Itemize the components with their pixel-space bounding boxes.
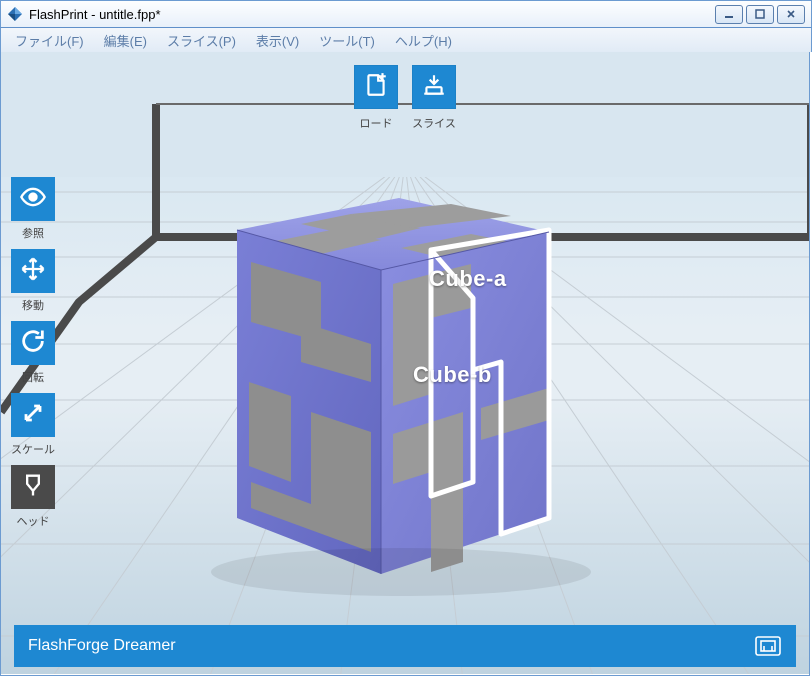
menu-edit[interactable]: 編集(E) xyxy=(94,29,157,52)
rotate-icon xyxy=(19,327,47,360)
slice-button[interactable]: スライス xyxy=(412,65,456,131)
scale-label: スケール xyxy=(11,441,55,457)
menubar: ファイル(F) 編集(E) スライス(P) 表示(V) ツール(T) ヘルプ(H… xyxy=(0,28,812,52)
app-logo-icon xyxy=(7,6,23,22)
menu-help[interactable]: ヘルプ(H) xyxy=(385,29,462,52)
slice-label: スライス xyxy=(412,115,456,131)
menu-slice[interactable]: スライス(P) xyxy=(157,29,246,52)
minimize-button[interactable] xyxy=(715,5,743,24)
side-toolbar: 参照 移動 回転 スケール ヘッド xyxy=(11,177,55,533)
view-label: 参照 xyxy=(22,225,44,241)
view-tool[interactable]: 参照 xyxy=(11,177,55,241)
load-label: ロード xyxy=(360,115,393,131)
extruder-icon xyxy=(19,471,47,504)
head-tool[interactable]: ヘッド xyxy=(11,465,55,529)
rotate-tool[interactable]: 回転 xyxy=(11,321,55,385)
print-icon xyxy=(421,72,447,103)
scale-tool[interactable]: スケール xyxy=(11,393,55,457)
eye-icon xyxy=(19,183,47,216)
top-toolbar: ロード スライス xyxy=(354,65,456,131)
close-button[interactable] xyxy=(777,5,805,24)
maximize-button[interactable] xyxy=(746,5,774,24)
titlebar: FlashPrint - untitle.fpp* xyxy=(0,0,812,28)
move-label: 移動 xyxy=(22,297,44,313)
file-plus-icon xyxy=(363,72,389,103)
menu-tools[interactable]: ツール(T) xyxy=(309,29,385,52)
window-title: FlashPrint - untitle.fpp* xyxy=(29,7,715,22)
menu-view[interactable]: 表示(V) xyxy=(246,29,309,52)
head-label: ヘッド xyxy=(17,513,50,529)
menu-file[interactable]: ファイル(F) xyxy=(5,29,94,52)
device-bar[interactable]: FlashForge Dreamer xyxy=(14,625,796,667)
move-tool[interactable]: 移動 xyxy=(11,249,55,313)
device-name: FlashForge Dreamer xyxy=(28,637,176,655)
rotate-label: 回転 xyxy=(22,369,44,385)
load-button[interactable]: ロード xyxy=(354,65,398,131)
move-icon xyxy=(19,255,47,288)
printer-icon xyxy=(754,635,782,657)
viewport[interactable]: Cube-a Cube-b ロード スライス 参照 移動 xyxy=(0,52,810,676)
scale-icon xyxy=(19,399,47,432)
scene-3d xyxy=(1,52,809,674)
